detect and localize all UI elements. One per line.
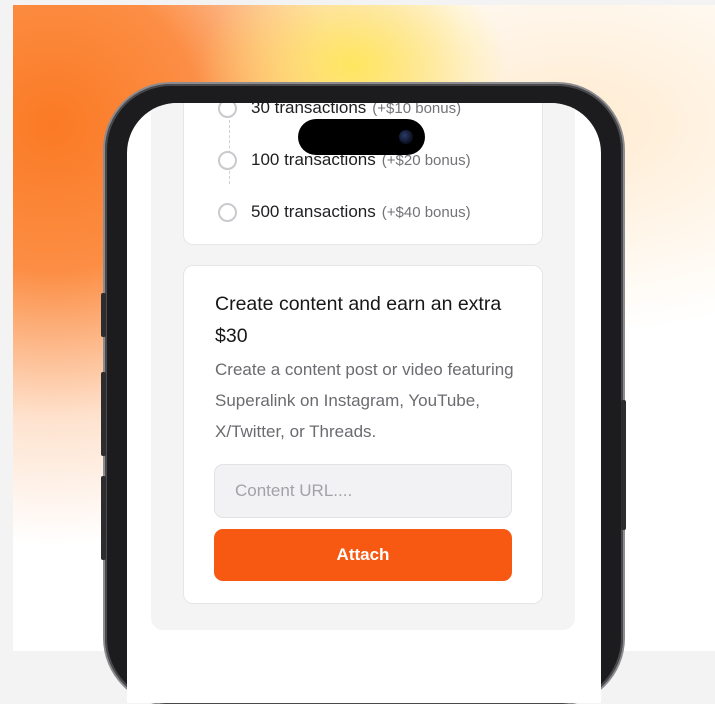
- attach-button[interactable]: Attach: [214, 529, 512, 581]
- phone-screen: 30 transactions (+$10 bonus) 100 transac…: [127, 103, 601, 703]
- content-url-input[interactable]: [214, 464, 512, 518]
- phone-volume-down-button: [101, 476, 106, 560]
- milestone-bonus: (+$40 bonus): [381, 203, 471, 221]
- radio-button[interactable]: [218, 103, 237, 118]
- camera-icon: [399, 130, 413, 144]
- content-card-description: Create a content post or video featuring…: [215, 360, 514, 441]
- radio-button[interactable]: [218, 150, 237, 170]
- radio-button[interactable]: [218, 202, 237, 222]
- content-card-title: Create content and earn an extra $30: [215, 293, 502, 347]
- milestone-bonus: (+$10 bonus): [372, 103, 462, 117]
- content-reward-card: Create content and earn an extra $30 Cre…: [183, 265, 543, 604]
- phone-power-button: [621, 400, 626, 530]
- dynamic-island: [298, 119, 425, 155]
- phone-action-button: [101, 293, 106, 337]
- milestone-label: 30 transactions: [251, 103, 367, 117]
- phone-volume-up-button: [101, 372, 106, 456]
- milestone-row[interactable]: 30 transactions (+$10 bonus): [218, 103, 461, 118]
- milestone-label: 500 transactions: [251, 202, 376, 221]
- milestone-row[interactable]: 500 transactions (+$40 bonus): [218, 202, 471, 222]
